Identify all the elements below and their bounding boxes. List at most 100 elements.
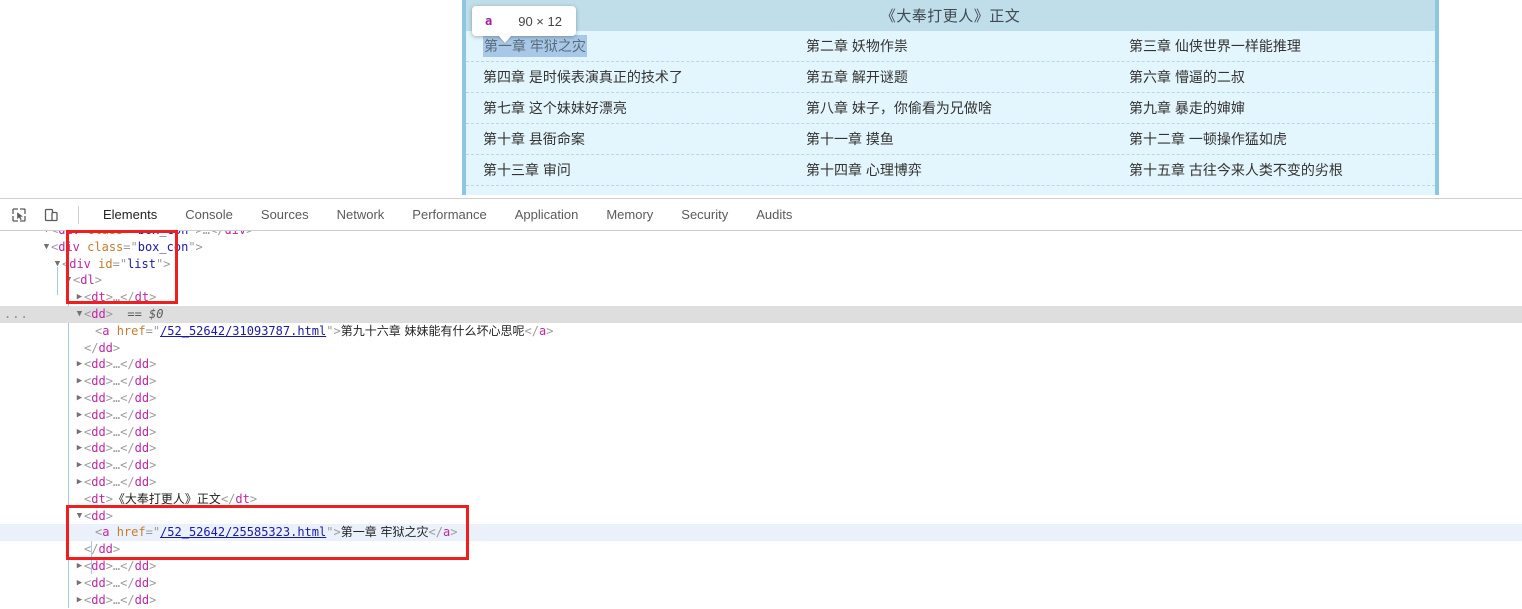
dom-line[interactable]: ▶ < dd >… </dd > <box>0 558 1522 575</box>
dom-token: > <box>105 491 113 506</box>
chevron-down-icon[interactable]: ▼ <box>42 231 51 239</box>
dom-token: > <box>105 374 113 389</box>
tab-console[interactable]: Console <box>171 199 247 230</box>
dom-href-link[interactable]: /52_52642/31093787.html <box>160 323 326 340</box>
dom-token: < <box>84 290 92 305</box>
dom-line[interactable]: ▼ < div class =" box_con "> <box>0 239 1522 256</box>
tab-performance[interactable]: Performance <box>398 199 500 230</box>
dom-token: =" <box>123 239 138 254</box>
dom-token: > <box>149 558 157 573</box>
dom-line[interactable]: ▶ < dd >… </dd > <box>0 592 1522 608</box>
chapter-link[interactable]: 第二章 妖物作祟 <box>789 31 1112 61</box>
chevron-down-icon[interactable]: ▼ <box>75 508 84 525</box>
dom-token: < <box>84 575 92 590</box>
dom-token: > <box>105 441 113 456</box>
dom-line[interactable]: ▶ < dt >… </dt > <box>0 289 1522 306</box>
dom-line[interactable]: ▶ < dd >… </dd > <box>0 373 1522 390</box>
tab-security[interactable]: Security <box>667 199 742 230</box>
dom-tag-name: dt <box>91 491 106 506</box>
dom-token: </ <box>120 290 135 305</box>
chapter-link[interactable]: 第七章 这个妹妹好漂亮 <box>466 93 789 123</box>
chevron-right-icon[interactable]: ▶ <box>75 407 84 424</box>
dom-token: =" <box>112 256 128 271</box>
dom-line[interactable]: </dd > <box>0 340 1522 357</box>
dom-token: > <box>149 390 157 405</box>
dom-token: </ <box>120 374 135 389</box>
chevron-right-icon[interactable]: ▶ <box>75 474 84 491</box>
chevron-down-icon[interactable]: ▼ <box>75 306 84 323</box>
dom-line[interactable]: ▶ < dd >… </dd > <box>0 356 1522 373</box>
dom-tag-name: dd <box>134 474 150 489</box>
chevron-right-icon[interactable]: ▶ <box>75 356 84 373</box>
dom-line[interactable]: ▼ < div id =" list "> <box>0 256 1522 273</box>
dom-line[interactable]: ▼ <div class="box_con">…</div> <box>0 231 1522 239</box>
chapter-link[interactable]: 第五章 解开谜题 <box>789 62 1112 92</box>
selected-node-marker: == $0 <box>127 306 164 321</box>
chapter-link[interactable]: 第十五章 古往今来人类不变的劣根 <box>1112 155 1435 185</box>
chapter-link[interactable]: 第十三章 审问 <box>466 155 789 185</box>
tab-network[interactable]: Network <box>323 199 399 230</box>
dom-tag-name: dd <box>91 592 106 607</box>
dom-token: < <box>84 474 92 489</box>
chevron-right-icon[interactable]: ▶ <box>75 289 84 306</box>
table-row: 第四章 是时候表演真正的技术了 第五章 解开谜题 第六章 懵逼的二叔 <box>466 62 1435 93</box>
chapter-link[interactable]: 第十四章 心理博弈 <box>789 155 1112 185</box>
novel-chapter-panel: 《大奉打更人》正文 第一章 牢狱之灾 第二章 妖物作祟 第三章 仙侠世界一样能推… <box>462 0 1439 195</box>
dom-line[interactable]: ▼ < dl > <box>0 272 1522 289</box>
dom-token: </ <box>120 558 135 573</box>
chapter-link[interactable]: 第十一章 摸鱼 <box>789 124 1112 154</box>
tab-memory[interactable]: Memory <box>592 199 667 230</box>
dom-tag-name: dd <box>91 558 106 573</box>
dom-tree[interactable]: ▼ <div class="box_con">…</div> ▼ <div cl… <box>0 231 1522 608</box>
chevron-right-icon[interactable]: ▶ <box>75 440 84 457</box>
dom-line[interactable]: </dd > <box>0 541 1522 558</box>
tab-application[interactable]: Application <box>501 199 593 230</box>
dom-token: > <box>149 357 157 372</box>
dom-tag-name: div <box>224 231 246 239</box>
chevron-right-icon[interactable]: ▶ <box>75 390 84 407</box>
tab-sources[interactable]: Sources <box>247 199 323 230</box>
dom-token: < <box>84 441 92 456</box>
chevron-right-icon[interactable]: ▶ <box>75 558 84 575</box>
chevron-right-icon[interactable]: ▶ <box>75 592 84 608</box>
dom-line[interactable]: ▶ < dd >… </dd > <box>0 424 1522 441</box>
dom-tag-name: a <box>442 525 451 540</box>
chevron-down-icon[interactable]: ▼ <box>42 239 51 256</box>
dom-line[interactable]: ▶ < dd >… </dd > <box>0 407 1522 424</box>
chevron-down-icon[interactable]: ▼ <box>53 256 62 273</box>
chapter-link[interactable]: 第三章 仙侠世界一样能推理 <box>1112 31 1435 61</box>
tab-elements[interactable]: Elements <box>89 199 171 230</box>
tab-audits[interactable]: Audits <box>742 199 806 230</box>
dom-tag-name: a <box>102 525 110 540</box>
dom-line[interactable]: ▶ < dd >… </dd > <box>0 474 1522 491</box>
device-toolbar-icon[interactable] <box>38 202 64 228</box>
chevron-right-icon[interactable]: ▶ <box>75 457 84 474</box>
chapter-link[interactable]: 第十章 县衙命案 <box>466 124 789 154</box>
chapter-link[interactable]: 第九章 暴走的婶婶 <box>1112 93 1435 123</box>
dom-text-node: 第一章 牢狱之灾 <box>340 525 429 540</box>
chapter-link[interactable]: 第六章 懵逼的二叔 <box>1112 62 1435 92</box>
dom-tag-name: dd <box>134 424 150 439</box>
chapter-link[interactable]: 第八章 妹子，你偷看为兄做啥 <box>789 93 1112 123</box>
dom-line[interactable]: ▼ < dd > <box>0 508 1522 525</box>
dom-line-selected[interactable]: ... ▼ < dd > == $0 <box>0 305 1522 323</box>
dom-line-hovered[interactable]: < a href ="/52_52642/25585323.html "> 第一章 牢狱… <box>0 524 1522 542</box>
inspect-element-icon[interactable] <box>6 202 32 228</box>
dom-line[interactable]: ▶ < dd >… </dd > <box>0 440 1522 457</box>
chevron-right-icon[interactable]: ▶ <box>75 424 84 441</box>
chevron-right-icon[interactable]: ▶ <box>75 575 84 592</box>
dom-token: > <box>105 508 113 523</box>
chapter-link[interactable]: 第十二章 一顿操作猛如虎 <box>1112 124 1435 154</box>
dom-href-link[interactable]: /52_52642/25585323.html <box>160 524 326 541</box>
dom-line[interactable]: ▶ < dd >… </dd > <box>0 390 1522 407</box>
dom-token: < <box>84 374 92 389</box>
dom-line[interactable]: ▶ < dd >… </dd > <box>0 575 1522 592</box>
dom-line[interactable]: ▶ < dd >… </dd > <box>0 457 1522 474</box>
dom-line[interactable]: < dt > 《大奉打更人》正文 </dt > <box>0 491 1522 508</box>
chapter-table: 第一章 牢狱之灾 第二章 妖物作祟 第三章 仙侠世界一样能推理 第四章 是时候表… <box>466 31 1435 186</box>
chapter-link[interactable]: 第四章 是时候表演真正的技术了 <box>466 62 789 92</box>
dom-tag-name: div <box>69 256 91 271</box>
chevron-right-icon[interactable]: ▶ <box>75 373 84 390</box>
dom-line[interactable]: < a href ="/52_52642/31093787.html "> 第九十六章 … <box>0 323 1522 340</box>
chevron-down-icon[interactable]: ▼ <box>64 272 73 289</box>
